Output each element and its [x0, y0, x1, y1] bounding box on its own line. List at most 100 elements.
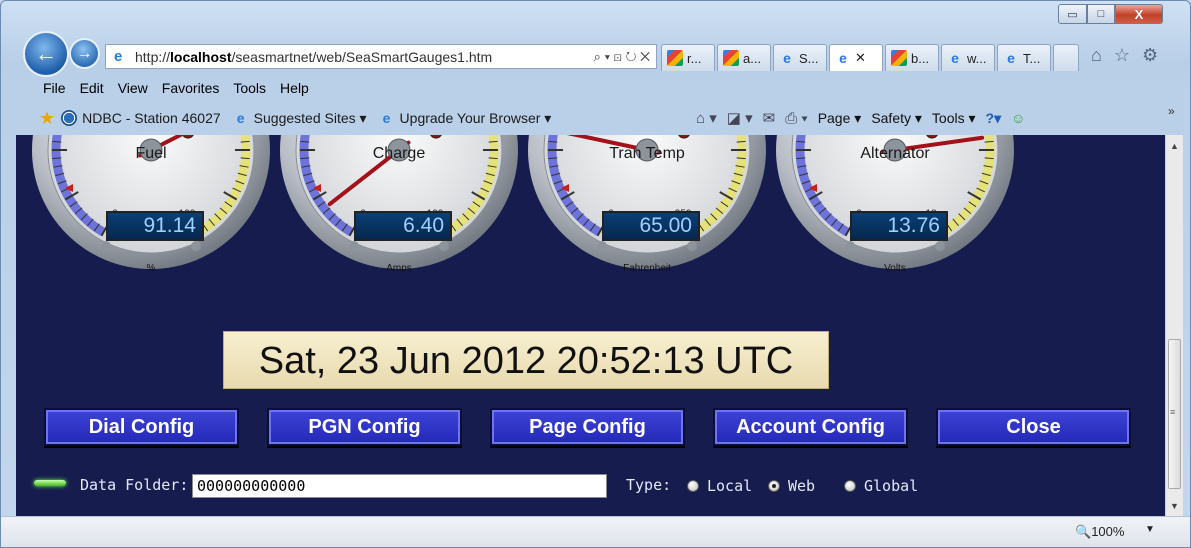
browser-toolbar-icons: ⌂ ☆ ⚙ — [1091, 45, 1158, 66]
account-config-button[interactable]: Account Config — [713, 408, 908, 446]
datetime-display: Sat, 23 Jun 2012 20:52:13 UTC — [223, 331, 829, 389]
address-url[interactable]: http://localhost/seasmartnet/web/SeaSmar… — [135, 49, 492, 65]
gauge-screw — [349, 241, 359, 251]
menu-edit[interactable]: Edit — [80, 80, 104, 96]
dial-config-button[interactable]: Dial Config — [44, 408, 239, 446]
new-tab-button[interactable] — [1053, 44, 1079, 71]
home-command-icon[interactable]: ⌂ ▾ — [696, 109, 717, 127]
favorite-label: NDBC - Station 46027 — [82, 110, 221, 126]
feeds-icon[interactable]: ◪ ▾ — [727, 109, 753, 127]
pgn-config-button[interactable]: PGN Config — [267, 408, 462, 446]
gear-icon[interactable]: ⚙ — [1142, 45, 1158, 66]
data-folder-label: Data Folder: — [80, 476, 189, 494]
tab-label: S... — [799, 50, 819, 66]
google-favicon-icon — [723, 50, 739, 66]
radio-button-selected[interactable] — [768, 480, 780, 492]
menu-favorites[interactable]: Favorites — [162, 80, 220, 96]
scroll-down-icon[interactable]: ▼ — [1170, 501, 1179, 511]
tab-close-icon[interactable]: ✕ — [855, 50, 866, 66]
ie-favicon-icon: e — [783, 50, 791, 66]
tools-menu[interactable]: Tools ▾ — [932, 110, 976, 127]
menu-tools[interactable]: Tools — [233, 80, 266, 96]
url-prefix: http:// — [135, 48, 171, 65]
type-radio-local[interactable]: Local — [687, 477, 752, 495]
back-button[interactable]: ← — [23, 31, 69, 77]
url-path: /seasmartnet/web/SeaSmartGauges1.htm — [231, 48, 493, 65]
gauge-unit: Fahrenheit — [623, 263, 671, 274]
safety-menu[interactable]: Safety ▾ — [871, 110, 922, 127]
favorite-suggested-sites[interactable]: e Suggested Sites ▾ — [233, 110, 367, 127]
google-favicon-icon — [891, 50, 907, 66]
gauge-screw — [101, 241, 111, 251]
gauge-charge: 0100 Charge 6.40 Amps — [280, 135, 518, 274]
maximize-button[interactable]: □ — [1087, 4, 1115, 24]
forward-arrow-icon: → — [76, 44, 93, 62]
gauge-readout: 65.00 — [602, 211, 700, 241]
minimize-button[interactable]: ▭ — [1058, 4, 1087, 24]
ie-favicon-icon: e — [1007, 50, 1015, 66]
gauge-screw — [597, 241, 607, 251]
address-controls[interactable]: ⌕ ▾ ⊡ ↻ ✕ — [594, 49, 650, 65]
gauge-unit: % — [146, 263, 156, 274]
tab-1[interactable]: r... — [661, 44, 715, 71]
tab-3[interactable]: e S... — [773, 44, 827, 71]
tab-7[interactable]: e T... — [997, 44, 1051, 71]
close-window-button[interactable]: X — [1115, 4, 1163, 24]
page-config-button[interactable]: Page Config — [490, 408, 685, 446]
vertical-scrollbar[interactable]: ▲ ≡ ▼ — [1165, 135, 1183, 516]
radio-label: Global — [864, 477, 919, 495]
radio-button[interactable] — [687, 480, 699, 492]
tab-5[interactable]: b... — [885, 44, 939, 71]
page-content: 0100 Fuel 91.14 % 0100 Charge 6.40 Amps … — [16, 135, 1165, 516]
favorite-upgrade-browser[interactable]: e Upgrade Your Browser ▾ — [379, 110, 552, 127]
gauge-unit: Amps — [386, 263, 412, 274]
zoom-value: 100% — [1091, 524, 1125, 539]
url-host: localhost — [170, 48, 232, 65]
close-button[interactable]: Close — [936, 408, 1131, 446]
favorite-ndbc[interactable]: NDBC - Station 46027 — [61, 110, 221, 126]
toolbar-overflow-icon[interactable]: » — [1168, 104, 1175, 118]
page-menu[interactable]: Page ▾ — [818, 110, 862, 127]
data-folder-input[interactable]: 000000000000 — [192, 474, 607, 498]
star-icon[interactable]: ☆ — [1114, 45, 1130, 66]
gauge-title: Alternator — [860, 145, 930, 162]
type-radio-web[interactable]: Web — [768, 477, 815, 495]
gauge-unit: Volts — [884, 263, 906, 274]
back-arrow-icon: ← — [35, 41, 57, 66]
radio-button[interactable] — [844, 480, 856, 492]
status-bar: 🔍100% ▼ — [1, 516, 1190, 547]
gauge-title: Tran Temp — [609, 145, 685, 162]
scroll-up-icon[interactable]: ▲ — [1170, 141, 1179, 151]
google-favicon-icon — [667, 50, 683, 66]
home-icon[interactable]: ⌂ — [1091, 45, 1102, 66]
messenger-icon[interactable]: ☺ — [1011, 110, 1025, 126]
forward-button[interactable]: → — [69, 38, 100, 69]
radio-label: Local — [707, 477, 753, 495]
gauge-screw — [935, 241, 945, 251]
tab-2[interactable]: a... — [717, 44, 771, 71]
gauge-readout: 91.14 — [106, 211, 204, 241]
mail-icon[interactable]: ✉ — [763, 109, 776, 127]
favorites-star-icon[interactable]: ★ — [39, 108, 55, 129]
gauge-screw — [191, 241, 201, 251]
print-icon[interactable]: ⎙ ▾ — [785, 110, 807, 127]
type-radio-global[interactable]: Global — [844, 477, 918, 495]
tab-4-active[interactable]: e ✕ — [829, 44, 883, 71]
address-bar[interactable]: e http://localhost/seasmartnet/web/SeaSm… — [105, 44, 657, 69]
gauge-screw — [687, 241, 697, 251]
menu-file[interactable]: File — [43, 80, 66, 96]
zoom-level[interactable]: 🔍100% — [1075, 524, 1124, 540]
tab-label: a... — [743, 50, 762, 66]
ie-favicon-icon: e — [236, 110, 245, 126]
gauge-title: Charge — [372, 145, 426, 162]
help-menu-icon[interactable]: ?▾ — [986, 110, 1002, 127]
gauge-alternator: 018 Alternator 13.76 Volts — [776, 135, 1014, 274]
zoom-dropdown-icon[interactable]: ▼ — [1145, 524, 1155, 535]
menu-view[interactable]: View — [118, 80, 148, 96]
menu-help[interactable]: Help — [280, 80, 309, 96]
gauge-fuel: 0100 Fuel 91.14 % — [32, 135, 270, 274]
tab-6[interactable]: e w... — [941, 44, 995, 71]
radio-label: Web — [788, 477, 816, 495]
scroll-grip-icon: ≡ — [1170, 407, 1176, 417]
type-label: Type: — [626, 476, 672, 494]
